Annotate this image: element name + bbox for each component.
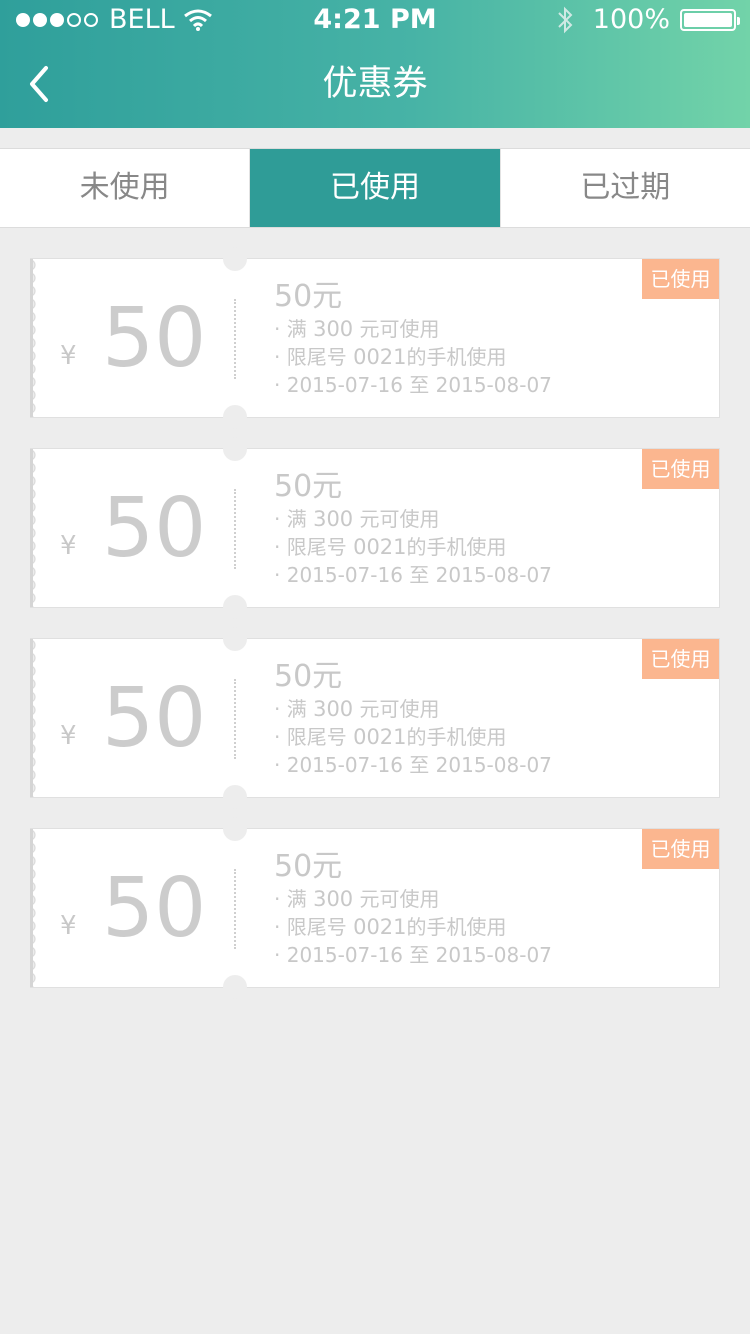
- coupon-info: 50元 · 满 300 元可使用 · 限尾号 0021的手机使用 · 2015-…: [274, 469, 552, 589]
- coupon-divider: [234, 679, 236, 759]
- battery-icon: [680, 9, 740, 31]
- coupon-info: 50元 · 满 300 元可使用 · 限尾号 0021的手机使用 · 2015-…: [274, 279, 552, 399]
- currency-symbol: ¥: [60, 911, 77, 941]
- tab-bar: 未使用 已使用 已过期: [0, 148, 750, 228]
- app-header: BELL 4:21 PM 100% 优惠券: [0, 0, 750, 128]
- tab-unused[interactable]: 未使用: [0, 149, 249, 227]
- coupon-phone-limit: · 限尾号 0021的手机使用: [274, 535, 507, 559]
- coupon-divider: [234, 869, 236, 949]
- coupon-name: 50元: [274, 849, 343, 884]
- coupon-name: 50元: [274, 659, 343, 694]
- nav-bar: 优惠券: [0, 40, 750, 128]
- coupon-notch: [223, 405, 247, 429]
- tab-expired[interactable]: 已过期: [499, 149, 750, 227]
- coupon-amount: 50: [102, 861, 207, 956]
- coupon-phone-limit: · 限尾号 0021的手机使用: [274, 915, 507, 939]
- currency-symbol: ¥: [60, 531, 77, 561]
- coupon-card[interactable]: ¥ 50 50元 · 满 300 元可使用 · 限尾号 0021的手机使用 · …: [30, 437, 720, 619]
- coupon-phone-limit: · 限尾号 0021的手机使用: [274, 725, 507, 749]
- status-badge: 已使用: [642, 829, 719, 869]
- status-bar: BELL 4:21 PM 100%: [0, 0, 750, 40]
- coupon-name: 50元: [274, 279, 343, 314]
- status-right: 100%: [555, 0, 740, 40]
- coupon-notch: [223, 247, 247, 271]
- coupon-date-range: · 2015-07-16 至 2015-08-07: [274, 563, 552, 587]
- status-badge: 已使用: [642, 259, 719, 299]
- coupon-divider: [234, 299, 236, 379]
- coupon-condition: · 满 300 元可使用: [274, 507, 440, 531]
- coupon-notch: [223, 627, 247, 651]
- coupon-condition: · 满 300 元可使用: [274, 697, 440, 721]
- coupon-card[interactable]: ¥ 50 50元 · 满 300 元可使用 · 限尾号 0021的手机使用 · …: [30, 627, 720, 809]
- page-title: 优惠券: [322, 64, 428, 104]
- battery-percent: 100%: [592, 4, 670, 35]
- coupon-card[interactable]: ¥ 50 50元 · 满 300 元可使用 · 限尾号 0021的手机使用 · …: [30, 247, 720, 429]
- coupon-condition: · 满 300 元可使用: [274, 317, 440, 341]
- currency-symbol: ¥: [60, 721, 77, 751]
- coupon-amount: 50: [102, 481, 207, 576]
- coupon-notch: [223, 817, 247, 841]
- coupon-card[interactable]: ¥ 50 50元 · 满 300 元可使用 · 限尾号 0021的手机使用 · …: [30, 817, 720, 999]
- coupon-phone-limit: · 限尾号 0021的手机使用: [274, 345, 507, 369]
- coupon-amount: 50: [102, 291, 207, 386]
- coupon-condition: · 满 300 元可使用: [274, 887, 440, 911]
- coupon-info: 50元 · 满 300 元可使用 · 限尾号 0021的手机使用 · 2015-…: [274, 659, 552, 779]
- coupon-date-range: · 2015-07-16 至 2015-08-07: [274, 943, 552, 967]
- status-badge: 已使用: [642, 639, 719, 679]
- coupon-notch: [223, 595, 247, 619]
- bluetooth-icon: [558, 6, 573, 34]
- coupon-serrated-edge: [30, 639, 38, 797]
- coupon-date-range: · 2015-07-16 至 2015-08-07: [274, 753, 552, 777]
- status-badge: 已使用: [642, 449, 719, 489]
- coupon-serrated-edge: [30, 449, 38, 607]
- currency-symbol: ¥: [60, 341, 77, 371]
- coupon-divider: [234, 489, 236, 569]
- coupon-serrated-edge: [30, 829, 38, 987]
- coupon-notch: [223, 785, 247, 809]
- coupon-serrated-edge: [30, 259, 38, 417]
- coupon-date-range: · 2015-07-16 至 2015-08-07: [274, 373, 552, 397]
- coupon-amount: 50: [102, 671, 207, 766]
- coupon-name: 50元: [274, 469, 343, 504]
- coupon-info: 50元 · 满 300 元可使用 · 限尾号 0021的手机使用 · 2015-…: [274, 849, 552, 969]
- tab-used[interactable]: 已使用: [249, 149, 500, 227]
- coupon-notch: [223, 975, 247, 999]
- coupon-notch: [223, 437, 247, 461]
